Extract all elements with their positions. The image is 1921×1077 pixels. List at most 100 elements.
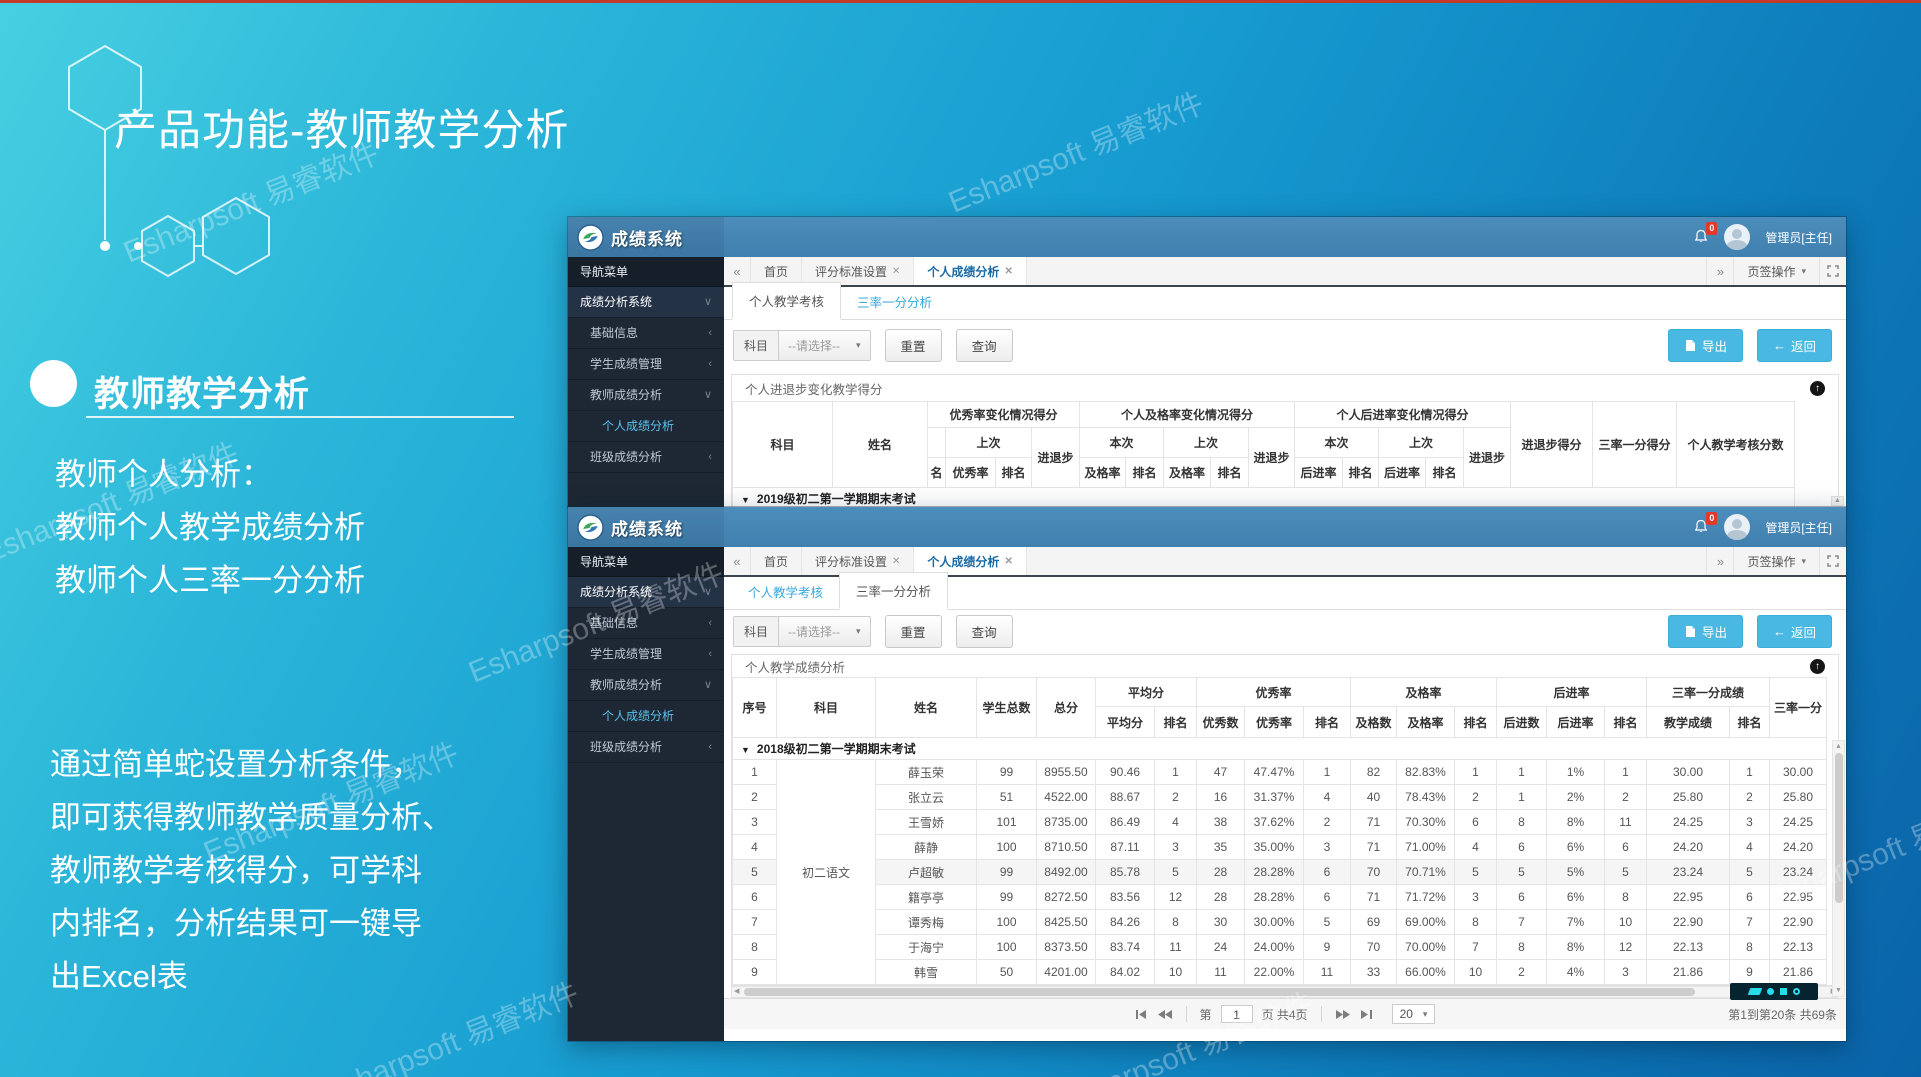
- window-body: 导航菜单 成绩分析系统∨基础信息‹学生成绩管理‹教师成绩分析∨个人成绩分析班级成…: [568, 257, 1846, 507]
- tab-评分标准设置[interactable]: 评分标准设置✕: [802, 547, 914, 575]
- table-cell: 5: [1605, 860, 1647, 885]
- sidebar-item-班级成绩分析[interactable]: 班级成绩分析‹: [568, 442, 724, 473]
- sidebar-item-教师成绩分析[interactable]: 教师成绩分析∨: [568, 380, 724, 411]
- sidebar-item-教师成绩分析[interactable]: 教师成绩分析∨: [568, 670, 724, 701]
- scrollbar-thumb[interactable]: [744, 988, 1695, 996]
- user-avatar[interactable]: [1724, 514, 1750, 540]
- table-row[interactable]: 3王雪娇1018735.0086.4943837.62%27170.30%688…: [733, 810, 1827, 835]
- pager-last-button[interactable]: [1360, 1009, 1373, 1020]
- divider: [1321, 1006, 1322, 1022]
- close-icon[interactable]: ✕: [892, 266, 900, 277]
- user-name[interactable]: 管理员[主任]: [1765, 519, 1832, 536]
- table-row[interactable]: 5卢超敏998492.0085.7852828.28%67070.71%555%…: [733, 860, 1827, 885]
- sidebar-item-label: 基础信息: [590, 318, 638, 349]
- back-button[interactable]: ← 返回: [1757, 615, 1832, 648]
- tab-scroll-right-icon[interactable]: »: [1706, 547, 1733, 575]
- column-header: 进退步: [1249, 428, 1295, 488]
- notification-bell-icon[interactable]: 0: [1693, 519, 1709, 535]
- column-header: 优秀率: [1197, 678, 1351, 707]
- table-cell: 8425.50: [1037, 910, 1096, 935]
- sidebar-item-班级成绩分析[interactable]: 班级成绩分析‹: [568, 732, 724, 763]
- sidebar-item-个人成绩分析[interactable]: 个人成绩分析: [568, 411, 724, 442]
- table-row[interactable]: 2张立云514522.0088.6721631.37%44078.43%212%…: [733, 785, 1827, 810]
- data-grid: 科目姓名优秀率变化情况得分个人及格率变化情况得分个人后进率变化情况得分进退步得分…: [732, 401, 1795, 507]
- fullscreen-icon[interactable]: [1819, 257, 1846, 285]
- tab-operations-dropdown[interactable]: 页签操作▾: [1733, 547, 1819, 575]
- table-row[interactable]: 4薛静1008710.5087.1133535.00%37171.00%466%…: [733, 835, 1827, 860]
- subtab-个人教学考核[interactable]: 个人教学考核: [732, 574, 839, 609]
- column-header: 优秀率: [946, 458, 996, 488]
- tab-首页[interactable]: 首页: [751, 547, 802, 575]
- tab-scroll-left-icon[interactable]: «: [724, 547, 751, 575]
- column-header: 后进率: [1547, 707, 1605, 738]
- sidebar-item-成绩分析系统[interactable]: 成绩分析系统∨: [568, 287, 724, 318]
- table-row[interactable]: 7谭秀梅1008425.5084.2683030.00%56969.00%877…: [733, 910, 1827, 935]
- table-cell: 21.86: [1770, 960, 1827, 985]
- fullscreen-icon[interactable]: [1819, 547, 1846, 575]
- scroll-down-arrow-icon[interactable]: ▼: [1833, 986, 1844, 995]
- page-number-input[interactable]: 1: [1221, 1005, 1253, 1023]
- tab-个人成绩分析[interactable]: 个人成绩分析✕: [914, 547, 1026, 575]
- sidebar-item-基础信息[interactable]: 基础信息 ‹: [568, 318, 724, 349]
- reset-button[interactable]: 重置: [885, 615, 942, 648]
- sidebar-item-个人成绩分析[interactable]: 个人成绩分析: [568, 701, 724, 732]
- sidebar-item-学生成绩管理[interactable]: 学生成绩管理‹: [568, 639, 724, 670]
- tab-评分标准设置[interactable]: 评分标准设置✕: [802, 257, 914, 285]
- back-button[interactable]: ← 返回: [1757, 329, 1832, 362]
- chevron-collapsed-icon: ‹: [708, 318, 712, 349]
- scroll-up-arrow-icon[interactable]: ▲: [1831, 496, 1844, 506]
- table-row[interactable]: 9韩雪504201.0084.02101122.00%113366.00%102…: [733, 960, 1827, 985]
- scroll-left-arrow-icon[interactable]: ◀: [734, 987, 739, 997]
- search-button[interactable]: 查询: [956, 615, 1013, 648]
- subject-select[interactable]: --请选择--▾: [779, 330, 871, 361]
- pager-prev-button[interactable]: [1157, 1009, 1173, 1020]
- sidebar-item-学生成绩管理[interactable]: 学生成绩管理‹: [568, 349, 724, 380]
- table-cell: 28.28%: [1245, 885, 1304, 910]
- subject-select[interactable]: --请选择--▾: [779, 616, 871, 647]
- export-button[interactable]: 导出: [1668, 615, 1743, 648]
- subtab-三率一分分析[interactable]: 三率一分分析: [839, 572, 948, 610]
- table-cell: 卢超敏: [876, 860, 977, 885]
- vertical-scrollbar[interactable]: ▲▼: [1832, 740, 1845, 997]
- tab-首页[interactable]: 首页: [751, 257, 802, 285]
- tab-scroll-right-icon[interactable]: »: [1706, 257, 1733, 285]
- subtab-三率一分分析[interactable]: 三率一分分析: [841, 284, 948, 319]
- tab-operations-dropdown[interactable]: 页签操作▾: [1733, 257, 1819, 285]
- subtab-个人教学考核[interactable]: 个人教学考核: [732, 282, 841, 320]
- user-avatar[interactable]: [1724, 224, 1750, 250]
- table-cell: 101: [977, 810, 1037, 835]
- collapse-panel-icon[interactable]: ↑: [1810, 381, 1825, 396]
- tab-个人成绩分析[interactable]: 个人成绩分析✕: [914, 257, 1026, 285]
- close-icon[interactable]: ✕: [1004, 266, 1012, 277]
- export-label: 导出: [1702, 622, 1727, 641]
- column-header: 排名: [1126, 458, 1164, 488]
- pager-first-button[interactable]: [1135, 1009, 1148, 1020]
- triangle-down-icon: ▼: [741, 745, 750, 755]
- column-header: 及格率: [1351, 678, 1497, 707]
- scroll-up-arrow-icon[interactable]: ▲: [1833, 742, 1844, 751]
- exam-group-row[interactable]: ▼2018级初二第一学期期末考试: [733, 738, 1827, 760]
- user-name[interactable]: 管理员[主任]: [1765, 229, 1832, 246]
- scrollbar-thumb[interactable]: [1835, 753, 1843, 903]
- collapse-panel-icon[interactable]: ↑: [1810, 659, 1825, 674]
- table-cell: 10: [1605, 910, 1647, 935]
- table-row[interactable]: 6籍亭亭998272.5083.56122828.28%67171.72%366…: [733, 885, 1827, 910]
- sidebar-item-成绩分析系统[interactable]: 成绩分析系统∨: [568, 577, 724, 608]
- table-row[interactable]: 8于海宁1008373.5083.74112424.00%97070.00%78…: [733, 935, 1827, 960]
- notification-bell-icon[interactable]: 0: [1693, 229, 1709, 245]
- search-button[interactable]: 查询: [956, 329, 1013, 362]
- horizontal-scrollbar[interactable]: ◀▶: [731, 986, 1839, 998]
- table-row[interactable]: 1初二语文薛玉荣998955.5090.4614747.47%18282.83%…: [733, 760, 1827, 785]
- pager-next-button[interactable]: [1335, 1009, 1351, 1020]
- exam-group-row[interactable]: ▼2019级初二第一学期期末考试: [733, 488, 1795, 508]
- reset-button[interactable]: 重置: [885, 329, 942, 362]
- close-icon[interactable]: ✕: [1004, 556, 1012, 567]
- tab-scroll-left-icon[interactable]: «: [724, 257, 751, 285]
- close-icon[interactable]: ✕: [892, 556, 900, 567]
- table-cell: 24.20: [1770, 835, 1827, 860]
- table-cell: 6: [1497, 835, 1547, 860]
- export-button[interactable]: 导出: [1668, 329, 1743, 362]
- sidebar-item-基础信息[interactable]: 基础信息‹: [568, 608, 724, 639]
- page-size-select[interactable]: 20▾: [1392, 1004, 1436, 1024]
- sidebar-item-label: 个人成绩分析: [602, 411, 674, 442]
